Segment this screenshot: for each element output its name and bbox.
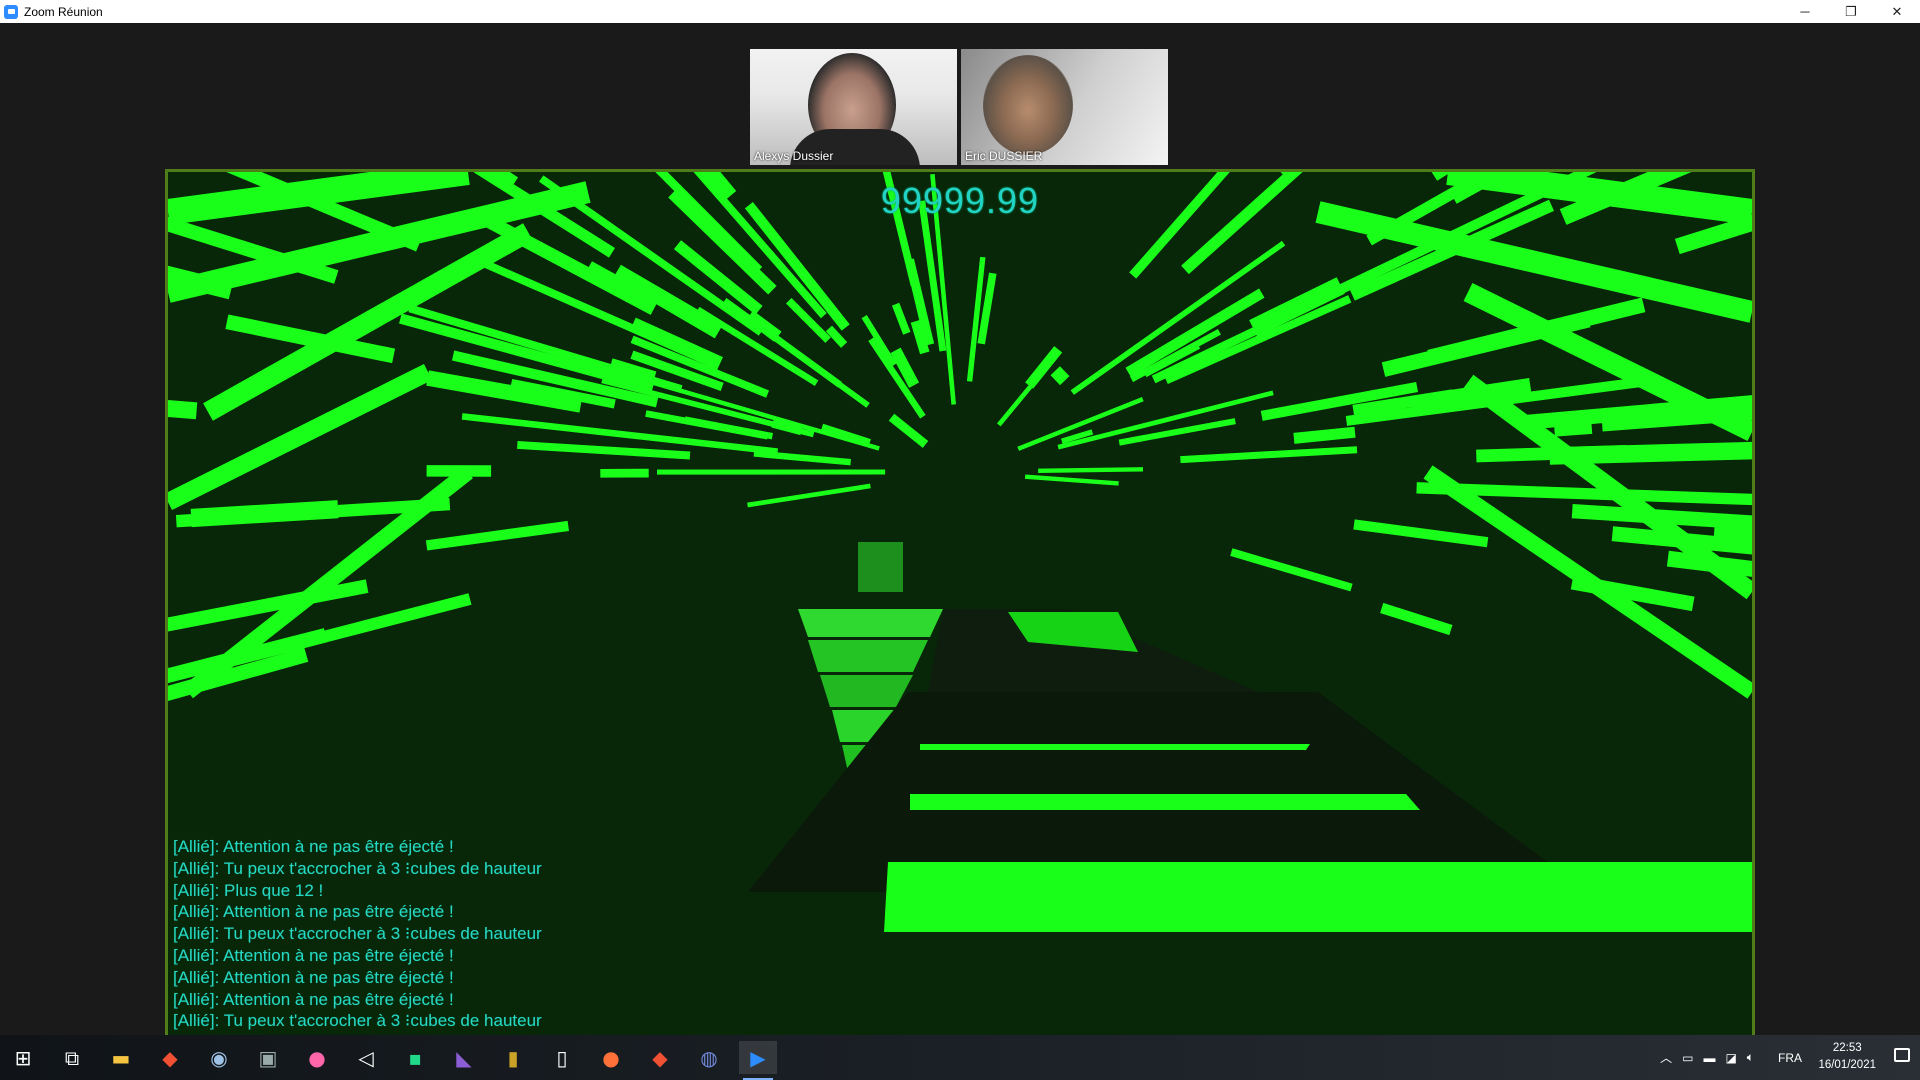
participant-name: Alexys Dussier	[754, 149, 834, 163]
discord-icon[interactable]: ◍	[690, 1041, 728, 1074]
restore-button[interactable]: ❐	[1828, 0, 1874, 23]
notification-icon[interactable]	[1894, 1048, 1910, 1062]
meeting-stage: Alexys Dussier Eric DUSSIER 99999.99 [Al…	[0, 23, 1920, 1061]
start-icon[interactable]: ⊞	[4, 1041, 42, 1074]
chat-message: [Allié]: Plus que 12 !	[173, 880, 324, 900]
language-indicator[interactable]: FRA	[1778, 1051, 1802, 1065]
chat-message: [Allié]: Attention à ne pas être éjecté …	[173, 967, 454, 987]
chat-message: [Allié]: Attention à ne pas être éjecté …	[173, 945, 454, 965]
scenery-streak	[607, 358, 657, 389]
scenery-streak	[1553, 416, 1593, 437]
close-icon: ✕	[1891, 3, 1903, 19]
participant-video-tile[interactable]: Alexys Dussier	[750, 49, 957, 165]
scenery-streak	[1050, 366, 1070, 386]
book-icon[interactable]: ▮	[494, 1041, 532, 1074]
clock[interactable]: 22:53 16/01/2021	[1818, 1040, 1876, 1074]
window-title-bar: Zoom Réunion ─ ❐ ✕	[0, 0, 1920, 23]
scenery-streak	[190, 500, 339, 528]
chat-message: [Allié]: Attention à ne pas être éjecté …	[173, 902, 454, 922]
zoom-app-icon	[4, 4, 18, 19]
scenery-streak	[1293, 426, 1356, 444]
chat-message: [Allié]: Attention à ne pas être éjecté …	[173, 989, 454, 1009]
close-button[interactable]: ✕	[1874, 0, 1920, 23]
volume-icon[interactable]: 🔈︎	[1747, 1050, 1754, 1065]
chevron-up-icon[interactable]: ︿	[1660, 1049, 1672, 1066]
scenery-streak	[1038, 467, 1144, 473]
firefox-icon[interactable]: ●	[592, 1041, 630, 1074]
chat-message: [Allié]: Attention à ne pas être éjecté …	[173, 837, 454, 856]
network-icon[interactable]: ▭	[1682, 1051, 1693, 1065]
participant-name: Eric DUSSIER	[965, 149, 1043, 163]
file-explorer-icon[interactable]: ▬	[102, 1041, 140, 1074]
steam-icon[interactable]: ◉	[200, 1041, 238, 1074]
unity-icon[interactable]: ◁	[347, 1041, 385, 1074]
system-tray: ︿ ▭ ▬ ◪ 🔈︎ FRA	[1660, 1035, 1802, 1080]
window-title: Zoom Réunion	[24, 4, 103, 19]
battery-icon[interactable]: ▬	[1703, 1051, 1715, 1065]
git-icon[interactable]: ◆	[151, 1041, 189, 1074]
game-timer: 99999.99	[880, 180, 1040, 221]
task-view-icon[interactable]: ⧉	[53, 1041, 91, 1074]
pycharm-icon[interactable]: ▪	[396, 1041, 434, 1074]
participant-video-tile[interactable]: Eric DUSSIER	[961, 49, 1168, 165]
chat-message: [Allié]: Tu peux t'accrocher à 3 ⁝cubes …	[173, 858, 542, 878]
chat-message: [Allié]: Tu peux t'accrocher à 3 ⁝cubes …	[173, 924, 542, 944]
capture-icon[interactable]: ▣	[249, 1041, 287, 1074]
git-icon[interactable]: ◆	[641, 1041, 679, 1074]
chat-message: [Allié]: Tu peux t'accrocher à 3 ⁝cubes …	[173, 1011, 542, 1031]
zoom-icon[interactable]: ▶	[739, 1041, 777, 1080]
clock-date: 16/01/2021	[1818, 1059, 1876, 1071]
shared-screen[interactable]: 99999.99 [Allié]: Attention à ne pas êtr…	[165, 169, 1755, 1061]
taskbar: ⊞ ⧉ ▬ ◆ ◉ ▣ ● ◁ ▪ ◣ ▮ ▯ ● ◆ ◍ ▶ ︿ ▭ ▬ ◪ 🔈︎ FRA 22:53 16…	[0, 1035, 1920, 1080]
security-icon[interactable]: ◪	[1725, 1051, 1736, 1065]
minimize-button[interactable]: ─	[1782, 0, 1828, 23]
clock-time: 22:53	[1832, 1042, 1862, 1054]
restore-icon: ❐	[1845, 3, 1857, 19]
visual-studio-icon[interactable]: ◣	[445, 1041, 483, 1074]
participant-video	[983, 55, 1073, 155]
game-chat-log: [Allié]: Attention à ne pas être éjecté …	[173, 836, 733, 1054]
minimize-icon: ─	[1800, 4, 1810, 19]
osu-icon[interactable]: ●	[298, 1041, 336, 1074]
notepad-icon[interactable]: ▯	[543, 1041, 581, 1074]
